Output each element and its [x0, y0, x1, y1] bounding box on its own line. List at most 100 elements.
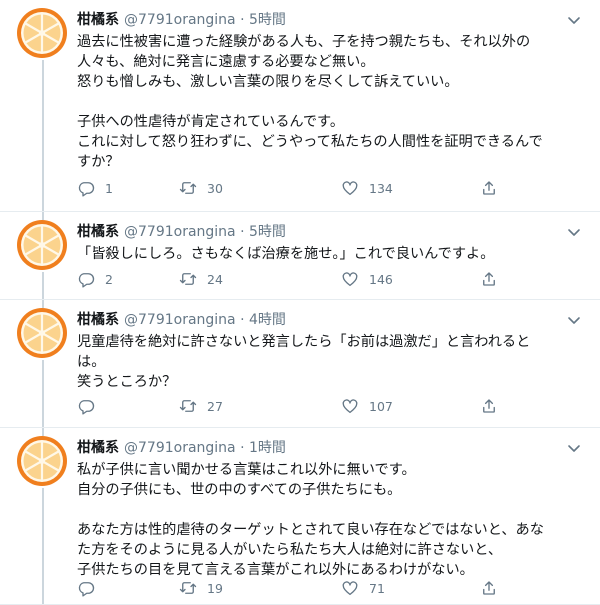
separator-dot: · [240, 312, 245, 328]
tweet-text: 私が子供に言い聞かせる言葉はこれ以外に無いです。 自分の子供にも、世の中のすべて… [77, 460, 577, 580]
reply-icon [77, 579, 95, 597]
tweet-header: 柑橘系 @7791orangina · 1時間 [77, 438, 560, 458]
thread-line [42, 272, 44, 300]
reply-icon [77, 397, 95, 415]
text-line: 人々も、絶対に発言に遠慮する必要など無い。 [77, 54, 375, 70]
tweet-time[interactable]: 1時間 [249, 440, 286, 456]
like-count: 146 [369, 271, 393, 287]
tweet[interactable]: 柑橘系 @7791orangina · 4時間 児童虐待を絶対に許さないと発言した… [0, 300, 600, 428]
like-count: 134 [369, 180, 393, 196]
text-line: 児童虐待を絶対に許さないと発言したら「お前は過激だ」と言われると [77, 334, 531, 350]
share-icon [480, 270, 498, 288]
reply-count: 1 [105, 180, 113, 196]
avatar[interactable] [17, 8, 67, 58]
chevron-down-icon[interactable] [566, 440, 582, 456]
chevron-down-icon[interactable] [566, 12, 582, 28]
display-name[interactable]: 柑橘系 [77, 312, 119, 328]
reply-button[interactable] [77, 576, 105, 600]
retweet-count: 27 [207, 398, 223, 414]
thread-line [42, 428, 44, 436]
thread-line [42, 60, 44, 212]
reply-button[interactable] [77, 394, 105, 418]
user-handle[interactable]: @7791orangina [124, 224, 236, 240]
tweet-actions: 19 71 [77, 576, 507, 600]
retweet-button[interactable]: 24 [179, 267, 223, 291]
user-handle[interactable]: @7791orangina [124, 440, 236, 456]
tweet-text: 過去に性被害に遭った経験がある人も、子を持つ親たちも、それ以外の 人々も、絶対に… [77, 32, 577, 172]
tweet-text: 児童虐待を絶対に許さないと発言したら「お前は過激だ」と言われると は。 笑うとこ… [77, 332, 577, 392]
retweet-count: 24 [207, 271, 223, 287]
thread-line [42, 488, 44, 605]
text-line: 自分の子供にも、世の中のすべての子供たちにも。 [77, 482, 402, 498]
user-handle[interactable]: @7791orangina [124, 312, 236, 328]
text-line: 怒りも憎しみも、激しい言葉の限りを尽くして訴えていい。 [77, 74, 459, 90]
reply-icon [77, 179, 95, 197]
tweet[interactable]: 柑橘系 @7791orangina · 5時間 過去に性被害に遭った経験がある人も… [0, 0, 600, 212]
retweet-count: 19 [207, 580, 223, 596]
separator-dot: · [240, 12, 245, 28]
like-button[interactable]: 107 [341, 394, 393, 418]
avatar[interactable] [17, 308, 67, 358]
tweet[interactable]: 柑橘系 @7791orangina · 1時間 私が子供に言い聞かせる言葉はこれ以… [0, 428, 600, 605]
tweet-thread: 柑橘系 @7791orangina · 5時間 過去に性被害に遭った経験がある人も… [0, 0, 600, 605]
avatar[interactable] [17, 220, 67, 270]
share-icon [480, 579, 498, 597]
tweet-time[interactable]: 5時間 [249, 224, 286, 240]
chevron-down-icon[interactable] [566, 224, 582, 240]
retweet-button[interactable]: 27 [179, 394, 223, 418]
tweet[interactable]: 柑橘系 @7791orangina · 5時間 「皆殺しにしろ。さもなくば治療を施… [0, 212, 600, 300]
retweet-button[interactable]: 30 [179, 176, 223, 200]
like-button[interactable]: 134 [341, 176, 393, 200]
retweet-count: 30 [207, 180, 223, 196]
share-icon [480, 397, 498, 415]
retweet-icon [179, 270, 197, 288]
text-line: あなた方は性的虐待のターゲットとされて良い存在などではないと、あな [77, 522, 544, 538]
text-line: すか？ [77, 154, 120, 170]
text-line: は。 [77, 354, 106, 370]
share-icon [480, 179, 498, 197]
heart-icon [341, 270, 359, 288]
tweet-text: 「皆殺しにしろ。さもなくば治療を施せ。」これで良いんですよ。 [77, 244, 577, 264]
display-name[interactable]: 柑橘系 [77, 440, 119, 456]
text-line [77, 92, 577, 112]
display-name[interactable]: 柑橘系 [77, 224, 119, 240]
avatar[interactable] [17, 436, 67, 486]
share-button[interactable] [480, 176, 498, 200]
text-line: 笑うところか？ [77, 374, 177, 390]
retweet-icon [179, 579, 197, 597]
text-line [77, 500, 577, 520]
reply-button[interactable]: 1 [77, 176, 113, 200]
text-line: 私が子供に言い聞かせる言葉はこれ以外に無いです。 [77, 462, 416, 478]
thread-line [42, 212, 44, 220]
tweet-actions: 1 30 134 [77, 176, 507, 200]
tweet-header: 柑橘系 @7791orangina · 5時間 [77, 222, 560, 242]
reply-count: 2 [105, 271, 113, 287]
like-button[interactable]: 146 [341, 267, 393, 291]
chevron-down-icon[interactable] [566, 312, 582, 328]
retweet-icon [179, 179, 197, 197]
reply-button[interactable]: 2 [77, 267, 113, 291]
thread-line [42, 360, 44, 428]
like-button[interactable]: 71 [341, 576, 385, 600]
tweet-header: 柑橘系 @7791orangina · 5時間 [77, 10, 560, 30]
text-line: た方をそのように見る人がいたら私たち大人は絶対に許さないと、 [77, 542, 503, 558]
share-button[interactable] [480, 394, 498, 418]
text-line: 「皆殺しにしろ。さもなくば治療を施せ。」これで良いんですよ。 [77, 246, 495, 262]
heart-icon [341, 179, 359, 197]
heart-icon [341, 397, 359, 415]
like-count: 107 [369, 398, 393, 414]
tweet-time[interactable]: 5時間 [249, 12, 286, 28]
text-line: 過去に性被害に遭った経験がある人も、子を持つ親たちも、それ以外の [77, 34, 531, 50]
tweet-header: 柑橘系 @7791orangina · 4時間 [77, 310, 560, 330]
retweet-button[interactable]: 19 [179, 576, 223, 600]
display-name[interactable]: 柑橘系 [77, 12, 119, 28]
share-button[interactable] [480, 267, 498, 291]
tweet-time[interactable]: 4時間 [249, 312, 286, 328]
retweet-icon [179, 397, 197, 415]
user-handle[interactable]: @7791orangina [124, 12, 236, 28]
tweet-actions: 27 107 [77, 394, 507, 418]
tweet-actions: 2 24 146 [77, 267, 507, 291]
share-button[interactable] [480, 576, 498, 600]
heart-icon [341, 579, 359, 597]
like-count: 71 [369, 580, 385, 596]
